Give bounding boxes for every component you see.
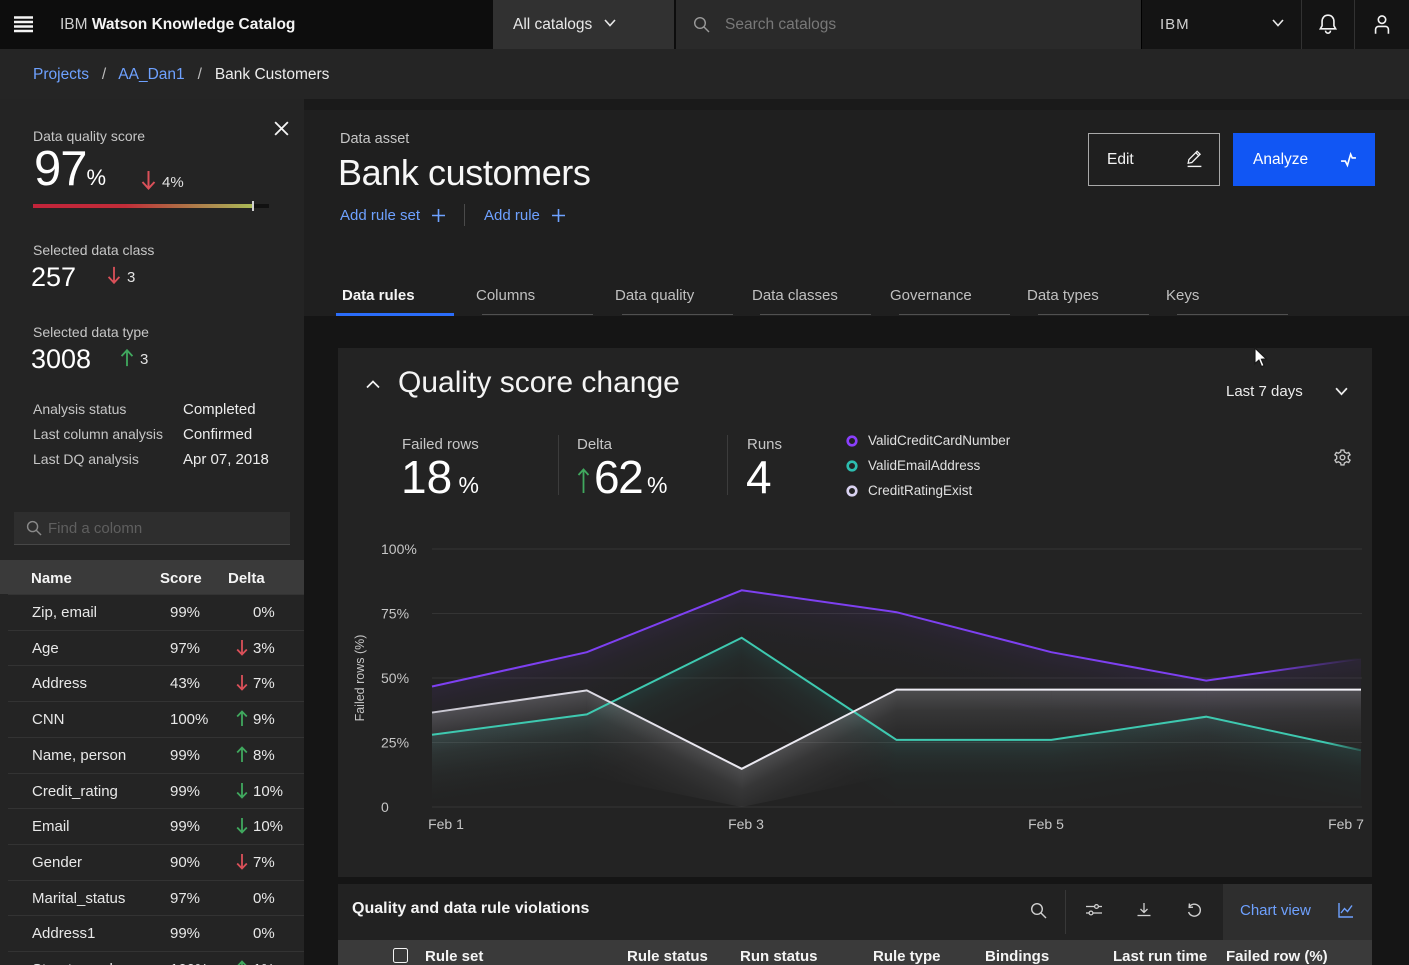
svg-text:75%: 75% <box>381 606 409 622</box>
svg-text:Feb 5: Feb 5 <box>1028 816 1064 832</box>
svg-text:Feb 7: Feb 7 <box>1328 816 1364 832</box>
svg-text:Feb 3: Feb 3 <box>728 816 764 832</box>
svg-text:Feb 1: Feb 1 <box>428 816 464 832</box>
svg-text:0: 0 <box>381 799 389 815</box>
svg-text:25%: 25% <box>381 735 409 751</box>
svg-text:50%: 50% <box>381 670 409 686</box>
svg-text:100%: 100% <box>381 541 417 557</box>
svg-text:Failed rows (%): Failed rows (%) <box>353 635 367 722</box>
